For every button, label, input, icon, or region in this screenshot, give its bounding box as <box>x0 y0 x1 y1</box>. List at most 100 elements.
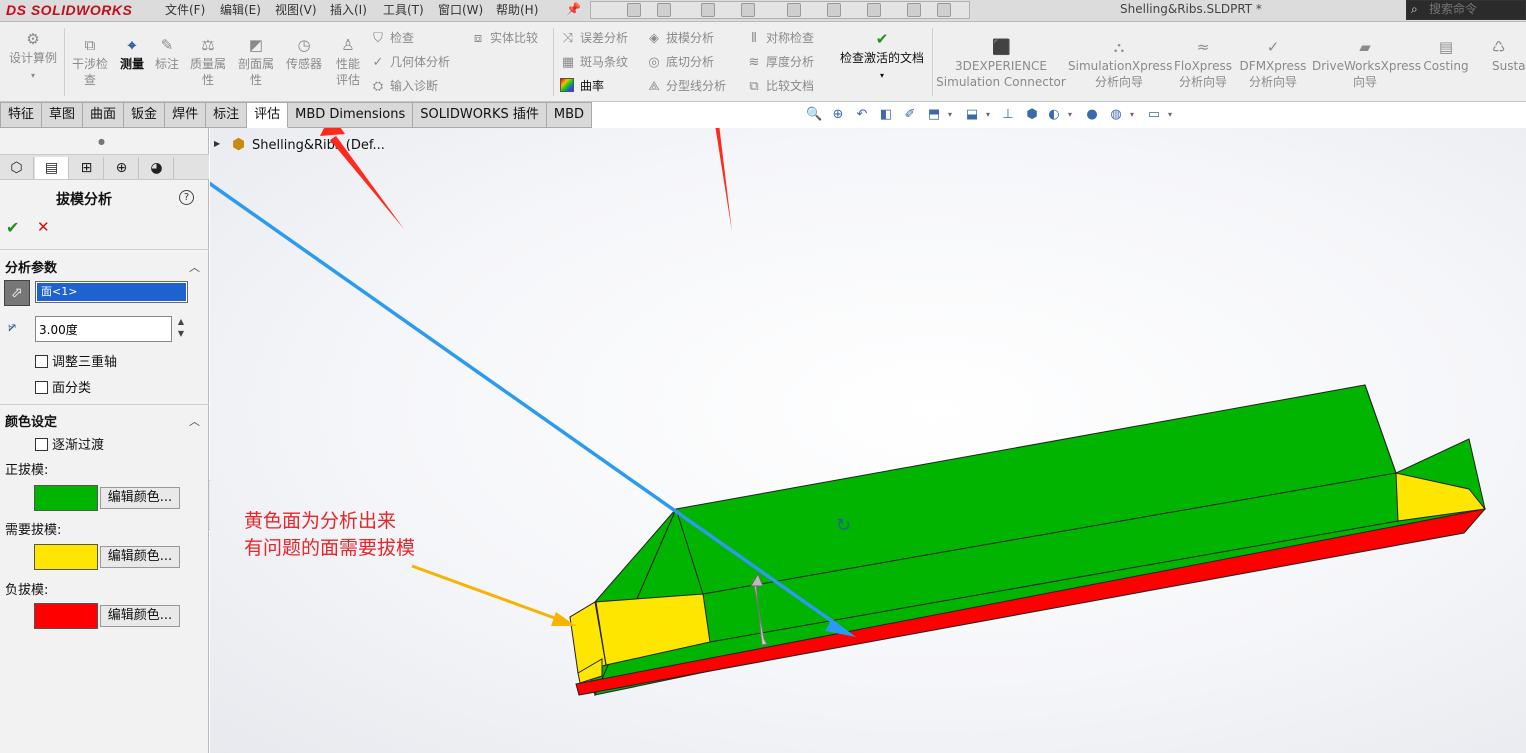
tab-7[interactable]: MBD Dimensions <box>288 102 414 128</box>
face-classification-checkbox[interactable]: 面分类 <box>35 377 91 396</box>
edit-negative-color-button[interactable]: 编辑颜色... <box>100 605 180 627</box>
parting-line-analysis-button[interactable]: ⟁ 分型线分析 <box>646 76 726 98</box>
new-file-icon[interactable] <box>657 3 671 17</box>
costing-button[interactable]: ▤ Costing <box>1420 38 1472 74</box>
solidworks-logo[interactable]: DS SOLIDWORKS <box>6 2 132 18</box>
measure-button[interactable]: ⌖ 测量 <box>114 36 150 72</box>
ok-checkmark-icon[interactable]: ✔ <box>6 218 19 237</box>
tab-2[interactable]: 曲面 <box>83 102 125 128</box>
gear-icon[interactable] <box>937 3 951 17</box>
tab-6[interactable]: 评估 <box>247 102 289 128</box>
face-selection-list[interactable]: 面<1> <box>35 281 188 303</box>
rebuild-icon[interactable] <box>867 3 881 17</box>
view-orientation-icon[interactable]: ⬒ <box>926 107 942 123</box>
angle-spinner[interactable]: ▲ ▼ <box>174 316 188 342</box>
tab-4[interactable]: 焊件 <box>165 102 207 128</box>
chevron-down-icon[interactable]: ▾ <box>984 107 992 123</box>
gradual-transition-checkbox[interactable]: 逐渐过渡 <box>35 434 104 453</box>
select-icon[interactable] <box>827 3 841 17</box>
deviation-analysis-button[interactable]: ⤨ 误差分析 <box>560 28 628 50</box>
menu-tools[interactable]: 工具(T) <box>383 1 424 18</box>
collapse-color-settings-icon[interactable]: ︿ <box>189 413 200 429</box>
mass-properties-button[interactable]: ⚖ 质量属性 <box>186 36 230 88</box>
menu-file[interactable]: 文件(F) <box>165 1 205 18</box>
menu-edit[interactable]: 编辑(E) <box>220 1 261 18</box>
monitor-icon[interactable]: ▭ <box>1146 107 1162 123</box>
undercut-analysis-button[interactable]: ◎ 底切分析 <box>646 52 714 74</box>
curvature-button[interactable]: 曲率 <box>560 76 604 98</box>
cancel-x-icon[interactable]: ✕ <box>37 218 50 236</box>
design-study-button[interactable]: ⚙ 设计算例 ▾ <box>6 30 60 84</box>
tab-5[interactable]: 标注 <box>206 102 248 128</box>
pin-icon[interactable]: 📌 <box>566 2 581 16</box>
display-style-icon[interactable]: ⬓ <box>964 107 980 123</box>
geometry-analysis-button[interactable]: ✓ 几何体分析 <box>370 52 450 74</box>
menu-help[interactable]: 帮助(H) <box>496 1 538 18</box>
positive-draft-swatch[interactable] <box>34 485 98 511</box>
menu-view[interactable]: 视图(V) <box>275 1 317 18</box>
dynamic-annotation-icon[interactable]: ✐ <box>902 107 918 123</box>
undo-icon[interactable] <box>787 3 801 17</box>
thickness-analysis-button[interactable]: ≋ 厚度分析 <box>746 52 814 74</box>
chevron-down-icon[interactable]: ▾ <box>1066 107 1074 123</box>
performance-evaluation-button[interactable]: ♙ 性能 评估 <box>332 36 364 88</box>
driveworksxpress-button[interactable]: ▰ DriveWorksXpress 向导 <box>1312 38 1421 90</box>
check-active-document-button[interactable]: ✔ 检查激活的文档 ▾ <box>834 30 930 84</box>
help-icon[interactable]: ? <box>179 190 194 205</box>
graphics-viewport[interactable]: ▶ ⬢ Shelling&Ribs (Def... ↻ 黄色面为分析出来 有问题… <box>210 128 1526 753</box>
print-icon[interactable] <box>741 3 755 17</box>
collapse-analysis-params-icon[interactable]: ︿ <box>189 259 200 275</box>
menu-insert[interactable]: 插入(I) <box>330 1 367 18</box>
markup-button[interactable]: ✎ 标注 <box>150 36 184 72</box>
symmetry-check-button[interactable]: ⫴ 对称检查 <box>746 28 814 50</box>
search-box[interactable]: ⌕ <box>1406 0 1526 20</box>
search-input[interactable] <box>1429 2 1525 16</box>
hide-show-icon[interactable]: ◐ <box>1046 107 1062 123</box>
chevron-down-icon[interactable]: ▾ <box>1166 107 1174 123</box>
tab-0[interactable]: 特征 <box>0 102 43 128</box>
configuration-manager-tab-icon[interactable]: ⊞ <box>70 157 104 179</box>
face-selection-icon[interactable]: ⬀ <box>4 280 30 306</box>
menu-window[interactable]: 窗口(W) <box>438 1 483 18</box>
interference-check-button[interactable]: ⧉ 干涉检查 <box>68 36 112 88</box>
tab-8[interactable]: SOLIDWORKS 插件 <box>413 102 547 128</box>
feature-manager-tab-icon[interactable]: ⬡ <box>0 157 34 179</box>
sensor-button[interactable]: ◷ 传感器 <box>282 36 326 72</box>
dfmxpress-button[interactable]: ✓ DFMXpress 分析向导 <box>1238 38 1308 90</box>
requires-draft-swatch[interactable] <box>34 544 98 570</box>
section-view-icon[interactable]: ◧ <box>878 107 894 123</box>
section-properties-button[interactable]: ◩ 剖面属性 <box>234 36 278 88</box>
check-button[interactable]: ⛉ 检查 <box>370 28 414 50</box>
import-diagnostics-button[interactable]: ⛭ 输入诊断 <box>370 76 438 98</box>
chevron-down-icon[interactable]: ▾ <box>1128 107 1136 123</box>
tab-9[interactable]: MBD <box>546 102 593 128</box>
options-icon[interactable] <box>907 3 921 17</box>
adjust-triad-checkbox[interactable]: 调整三重轴 <box>35 351 117 370</box>
property-manager-tab-icon[interactable]: ▤ <box>35 157 69 179</box>
selected-face-item[interactable]: 面<1> <box>37 283 186 301</box>
simulation-connector-button[interactable]: ⬛ 3DEXPERIENCE Simulation Connector <box>936 38 1066 90</box>
negative-draft-swatch[interactable] <box>34 603 98 629</box>
compare-bodies-button[interactable]: ⧈ 实体比较 <box>470 28 538 50</box>
simulationxpress-button[interactable]: ⛬ SimulationXpress 分析向导 <box>1068 38 1172 90</box>
shaded-cube-icon[interactable]: ⬢ <box>1024 107 1040 123</box>
scene-icon[interactable]: ◍ <box>1108 107 1124 123</box>
draft-angle-input[interactable] <box>35 316 172 342</box>
home-icon[interactable] <box>627 3 641 17</box>
tab-3[interactable]: 钣金 <box>124 102 166 128</box>
model-scene[interactable]: ↻ <box>210 128 1526 753</box>
save-icon[interactable] <box>701 3 715 17</box>
zoom-to-area-icon[interactable]: ⊕ <box>830 107 846 123</box>
triad-icon[interactable]: ⊥ <box>1000 107 1016 123</box>
compare-documents-button[interactable]: ⧉ 比较文档 <box>746 76 814 98</box>
floxpress-button[interactable]: ≈ FloXpress 分析向导 <box>1172 38 1234 90</box>
appearance-icon[interactable]: ● <box>1084 107 1100 123</box>
previous-view-icon[interactable]: ↶ <box>854 107 870 123</box>
draft-analysis-button[interactable]: ◈ 拔模分析 <box>646 28 714 50</box>
edit-positive-color-button[interactable]: 编辑颜色... <box>100 487 180 509</box>
sustainability-button[interactable]: ♺ Susta <box>1492 38 1526 74</box>
tab-1[interactable]: 草图 <box>42 102 84 128</box>
zoom-to-fit-icon[interactable]: 🔍 <box>806 107 822 123</box>
chevron-down-icon[interactable]: ▾ <box>946 107 954 123</box>
dimxpert-tab-icon[interactable]: ⊕ <box>105 157 139 179</box>
